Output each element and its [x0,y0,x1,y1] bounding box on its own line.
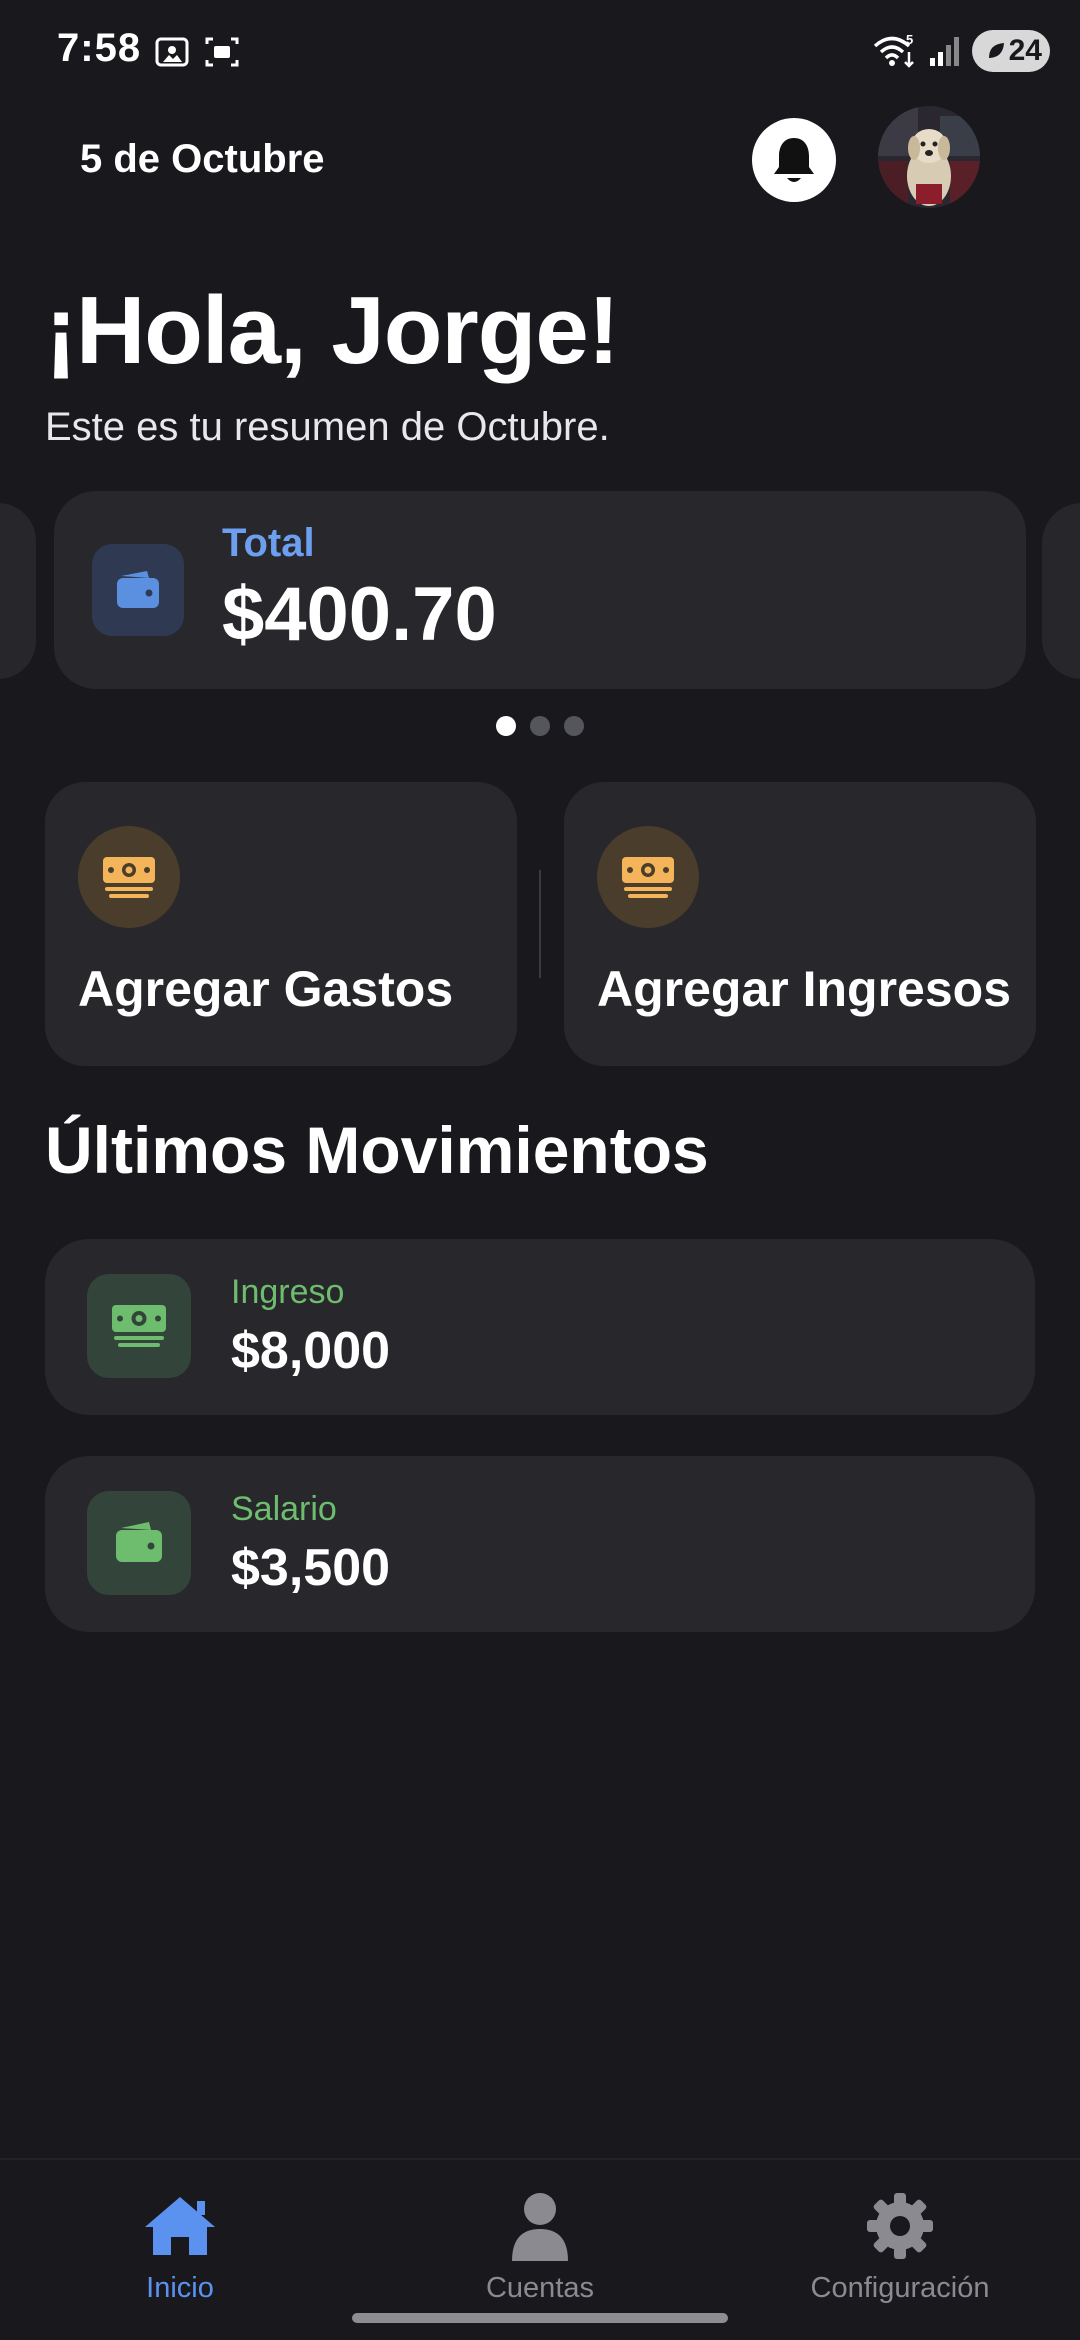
nav-item-cuentas[interactable]: Cuentas [410,2188,670,2305]
nav-label-cuentas: Cuentas [485,2272,594,2304]
person-icon-wrap [502,2188,578,2264]
battery-level: 24 [1008,34,1042,67]
transaction-icon-tile [87,1274,191,1378]
notifications-button[interactable] [752,118,836,202]
transaction-amount: $8,000 [231,1322,391,1380]
person-icon [512,2193,568,2261]
nav-label-inicio: Inicio [146,2272,214,2304]
network-badge: 5 [906,32,913,47]
status-time: 7:58 [57,26,142,70]
add-income-icon-circle [597,826,699,928]
greeting-subtitle: Este es tu resumen de Octubre. [45,405,610,449]
home-icon-wrap [142,2188,218,2264]
wallet-icon [117,571,159,608]
signal-icon [930,37,959,66]
wallet-icon [116,1522,162,1562]
carousel-pagination [0,716,1080,736]
battery-saver-icon [988,43,1004,58]
money-icon [622,857,674,898]
balance-card[interactable]: Total $400.70 [54,491,1026,689]
transaction-icon-tile [87,1491,191,1595]
greeting-title: ¡Hola, Jorge! [45,277,620,384]
battery-indicator: 24 [972,30,1050,72]
transaction-item[interactable]: Salario $3,500 [45,1456,1035,1632]
bell-icon [774,138,814,182]
screen-record-icon [205,37,239,67]
screenshot-icon [155,37,189,67]
add-expense-label: Agregar Gastos [78,961,454,1017]
wallet-tile [92,544,184,636]
carousel-dot-2[interactable] [530,716,550,736]
transaction-label: Salario [231,1490,337,1528]
avatar-photo [878,106,980,208]
add-income-label: Agregar Ingresos [597,961,1012,1017]
carousel-dot-1[interactable] [496,716,516,736]
balance-label: Total [222,521,315,565]
app-screen: 7:58 5 24 5 de Octubre ¡Hola, Jorge! Est… [0,0,1080,2340]
user-avatar[interactable] [878,106,980,208]
nav-item-inicio[interactable]: Inicio [50,2188,310,2305]
header-date: 5 de Octubre [80,137,325,181]
system-icons: 5 24 [872,30,1050,72]
status-bar: 7:58 5 24 [0,0,1080,100]
transaction-amount: $3,500 [231,1539,391,1597]
gear-icon-wrap [862,2188,938,2264]
home-indicator-bar[interactable] [352,2313,728,2323]
nav-item-configuracion[interactable]: Configuración [770,2188,1030,2305]
recent-section-title: Últimos Movimientos [45,1113,709,1187]
gear-icon [867,2193,933,2259]
transaction-label: Ingreso [231,1273,345,1311]
money-icon [112,1305,166,1347]
home-icon [145,2197,215,2255]
money-icon [103,857,155,898]
wifi-icon: 5 [873,32,914,68]
add-income-button[interactable]: Agregar Ingresos [564,782,1036,1066]
nav-label-configuracion: Configuración [810,2272,990,2304]
add-expense-button[interactable]: Agregar Gastos [45,782,517,1066]
carousel-dot-3[interactable] [564,716,584,736]
carousel-prev-card[interactable] [0,503,36,679]
carousel-next-card[interactable] [1042,503,1080,679]
balance-amount: $400.70 [222,572,497,657]
actions-divider [539,870,541,978]
transaction-item[interactable]: Ingreso $8,000 [45,1239,1035,1415]
add-expense-icon-circle [78,826,180,928]
